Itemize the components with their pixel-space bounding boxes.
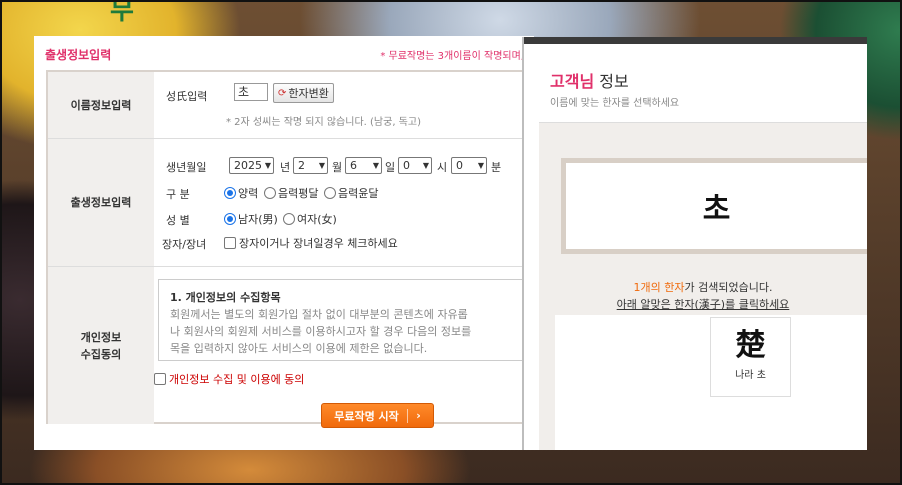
month-select[interactable]: 2 ▼ — [293, 157, 328, 174]
minute-select[interactable]: 0 ▼ — [451, 157, 487, 174]
hanja-convert-label: 한자변환 — [288, 87, 329, 100]
chevron-down-icon: ▼ — [477, 161, 484, 170]
name-row: 이름정보입력 성氏입력 초 ⟳ 한자변환 * 2자 성씨는 작명 되지 않습니다… — [48, 72, 534, 139]
calendar-solar-radio[interactable]: 양력 — [224, 185, 258, 201]
birth-row-label: 출생정보입력 — [48, 139, 154, 266]
result-suffix: 가 검색되었습니다. — [684, 281, 773, 294]
consent-row: 개인정보 수집동의 1. 개인정보의 수집항목 회원께서는 별도의 회원가입 절… — [48, 267, 538, 424]
popup-body: 초 1개의 한자가 검색되었습니다. 아래 알맞은 한자(漢子)를 클릭하세요 … — [539, 122, 867, 450]
selected-name-box: 초 — [561, 158, 867, 254]
gender-male-radio[interactable]: 남자(男) — [224, 211, 278, 227]
privacy-agree-label: 개인정보 수집 및 이용에 동의 — [169, 373, 305, 386]
hanja-convert-button[interactable]: ⟳ 한자변환 — [273, 83, 334, 103]
day-select[interactable]: 6 ▼ — [345, 157, 382, 174]
gender-label: 성 별 — [166, 214, 190, 227]
year-select[interactable]: 2025 ▼ — [229, 157, 274, 174]
day-unit: 일 — [385, 161, 396, 174]
radio-icon — [324, 187, 336, 199]
radio-icon — [283, 213, 295, 225]
start-naming-button[interactable]: 무료작명 시작 › — [321, 403, 434, 428]
popup-title-highlight: 고객님 — [550, 72, 595, 91]
radio-selected-icon — [224, 187, 236, 199]
birth-row: 출생정보입력 생년월일 2025 ▼ 년 2 ▼ 월 6 ▼ 일 0 ▼ 시 0 ▼ 분 … — [48, 139, 534, 267]
start-naming-label: 무료작명 시작 — [334, 409, 399, 423]
result-hint: 아래 알맞은 한자(漢子)를 클릭하세요 — [616, 298, 790, 311]
background-lantern-text: 무 — [110, 0, 134, 26]
month-value: 2 — [298, 159, 305, 172]
checkbox-icon — [224, 237, 236, 249]
calendar-lunar-normal-label: 음력평달 — [278, 187, 319, 200]
hour-value: 0 — [403, 159, 410, 172]
form-notice: * 무료작명는 3개이름이 작명되며, — [380, 50, 524, 62]
frame-top — [0, 0, 902, 2]
hanja-list: 楚 나라 초 — [555, 315, 867, 450]
hour-unit: 시 — [437, 161, 448, 174]
consent-label-line1: 개인정보 — [80, 330, 122, 344]
form-table: 이름정보입력 성氏입력 초 ⟳ 한자변환 * 2자 성씨는 작명 되지 않습니다… — [46, 70, 538, 424]
month-unit: 월 — [332, 161, 343, 174]
form-title: 출생정보입력 — [45, 47, 112, 62]
calendar-solar-label: 양력 — [238, 187, 259, 200]
chevron-down-icon: ▼ — [318, 161, 325, 170]
birth-info-form: 출생정보입력 * 무료작명는 3개이름이 작명되며, 이름정보입력 성氏입력 초… — [34, 36, 538, 450]
calendar-lunar-leap-label: 음력윤달 — [338, 187, 379, 200]
calendar-lunar-leap-radio[interactable]: 음력윤달 — [324, 185, 378, 201]
eldest-label: 장자/장녀 — [162, 238, 207, 251]
gender-male-label: 남자(男) — [238, 213, 278, 226]
surname-note: * 2자 성씨는 작명 되지 않습니다. (남궁, 독고) — [226, 117, 421, 128]
minute-unit: 분 — [491, 161, 502, 174]
popup-subtitle: 이름에 맞는 한자를 선택하세요 — [550, 98, 680, 109]
year-unit: 년 — [280, 161, 291, 174]
calendar-type-label: 구 분 — [166, 188, 190, 201]
name-row-label: 이름정보입력 — [48, 72, 154, 138]
popup-title: 고객님 정보 — [550, 68, 629, 92]
chevron-down-icon: ▼ — [372, 161, 379, 170]
radio-icon — [264, 187, 276, 199]
birthdate-label: 생년월일 — [166, 161, 207, 174]
privacy-agree-checkbox[interactable]: 개인정보 수집 및 이용에 동의 — [154, 371, 304, 387]
privacy-terms-title: 1. 개인정보의 수집항목 — [170, 291, 281, 304]
calendar-lunar-normal-radio[interactable]: 음력평달 — [264, 185, 318, 201]
year-value: 2025 — [234, 159, 262, 172]
result-count-line: 1개의 한자가 검색되었습니다. — [539, 279, 867, 295]
hour-select[interactable]: 0 ▼ — [398, 157, 432, 174]
consent-row-label: 개인정보 수집동의 — [48, 267, 154, 424]
privacy-terms-text-1: 회원께서는 별도의 회원가입 절차 없이 대부분의 콘텐츠에 자유롭 — [170, 308, 468, 321]
chevron-right-icon: › — [406, 408, 421, 423]
eldest-checkbox[interactable]: 장자이거나 장녀일경우 체크하세요 — [224, 235, 398, 251]
radio-selected-icon — [224, 213, 236, 225]
gender-female-radio[interactable]: 여자(女) — [283, 211, 337, 227]
popup-title-rest: 정보 — [594, 72, 629, 91]
privacy-terms-box[interactable]: 1. 개인정보의 수집항목 회원께서는 별도의 회원가입 절차 없이 대부분의 … — [158, 279, 538, 361]
gender-female-label: 여자(女) — [297, 213, 337, 226]
customer-info-popup: 고객님 정보 이름에 맞는 한자를 선택하세요 초 1개의 한자가 검색되었습니… — [522, 37, 867, 450]
chevron-down-icon: ▼ — [264, 161, 271, 170]
minute-value: 0 — [456, 159, 463, 172]
selected-name-char: 초 — [566, 163, 867, 249]
popup-title-bar — [524, 37, 867, 44]
privacy-terms-text-2: 나 회원사의 회원제 서비스를 이용하시고자 할 경우 다음의 정보를 — [170, 325, 472, 338]
consent-label-line2: 수집동의 — [80, 347, 122, 361]
surname-input[interactable]: 초 — [234, 83, 268, 101]
eldest-checkbox-label: 장자이거나 장녀일경우 체크하세요 — [239, 237, 398, 250]
hanja-char: 楚 — [735, 328, 766, 363]
privacy-terms-text-3: 목을 입력하지 않아도 서비스의 이용에 제한은 없습니다. — [170, 342, 428, 355]
surname-label: 성氏입력 — [166, 90, 208, 103]
form-header: 출생정보입력 * 무료작명는 3개이름이 작명되며, — [34, 36, 534, 72]
hanja-option[interactable]: 楚 나라 초 — [710, 317, 791, 397]
frame-left — [0, 0, 2, 485]
result-count: 1개의 한자 — [633, 281, 685, 294]
day-value: 6 — [350, 159, 357, 172]
hanja-reading: 나라 초 — [735, 370, 766, 381]
checkbox-icon — [154, 373, 166, 385]
chevron-down-icon: ▼ — [422, 161, 429, 170]
refresh-icon: ⟳ — [278, 87, 287, 99]
